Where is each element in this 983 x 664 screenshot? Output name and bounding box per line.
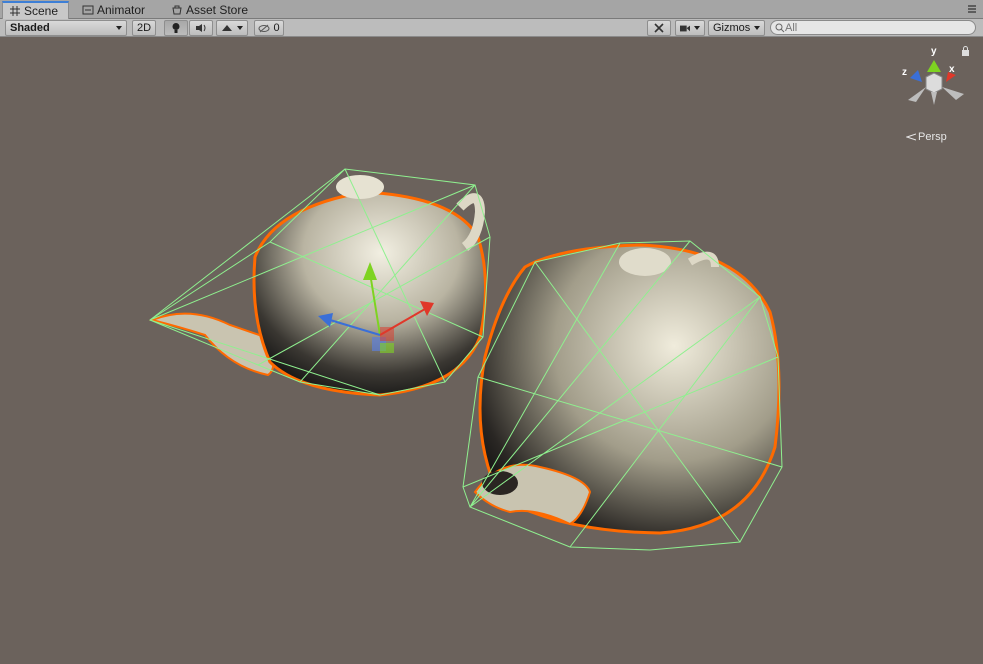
tab-scene[interactable]: Scene	[2, 1, 69, 19]
speaker-icon	[196, 24, 206, 32]
camera-dropdown[interactable]	[675, 20, 705, 36]
gizmo-label-y: y	[931, 46, 937, 57]
gizmo-label-z: z	[902, 67, 907, 78]
lighting-toggle[interactable]	[164, 20, 188, 36]
chevron-down-icon	[237, 26, 243, 30]
draw-mode-label: Shaded	[10, 22, 50, 34]
tab-asset-store[interactable]: Asset Store	[165, 1, 257, 19]
scene-canvas[interactable]	[0, 37, 983, 664]
toggle-2d-button[interactable]: 2D	[132, 20, 156, 36]
gizmo-axis-neg-x-cone[interactable]	[942, 87, 964, 100]
scene-search-field[interactable]	[770, 20, 976, 35]
effects-dropdown[interactable]	[216, 20, 248, 36]
chevron-down-icon	[694, 26, 700, 30]
lock-icon[interactable]	[961, 46, 970, 56]
teapot-right[interactable]	[462, 240, 783, 551]
tab-animator[interactable]: Animator	[76, 1, 156, 19]
tab-menu-icon[interactable]	[967, 3, 977, 15]
effects-icon	[222, 25, 232, 31]
draw-mode-dropdown[interactable]: Shaded	[5, 20, 127, 36]
eye-slash-icon	[258, 24, 270, 32]
camera-icon	[680, 25, 690, 31]
tab-animator-label: Animator	[97, 3, 146, 17]
tab-asset-store-label: Asset Store	[186, 3, 249, 17]
scene-search-input[interactable]	[785, 21, 965, 34]
hidden-objects-toggle[interactable]: 0	[254, 20, 284, 36]
gizmos-label: Gizmos	[713, 22, 751, 34]
lightbulb-icon	[172, 23, 180, 33]
toggle-2d-label: 2D	[136, 22, 152, 34]
gizmo-axis-y-cone[interactable]	[927, 60, 941, 72]
tools-button[interactable]	[647, 20, 671, 36]
editor-tab-bar: Scene Animator Asset Store	[0, 0, 983, 19]
gizmo-axis-neg-z-cone[interactable]	[908, 87, 926, 102]
gizmo-label-x: x	[949, 64, 955, 75]
scene-grid-icon	[10, 6, 20, 16]
gizmos-dropdown[interactable]: Gizmos	[708, 20, 765, 36]
scene-viewport[interactable]: y x z Persp	[0, 37, 983, 664]
scene-toolbar: Shaded 2D 0 Gizmos	[0, 19, 983, 37]
search-icon	[775, 23, 785, 32]
asset-store-icon	[172, 5, 182, 15]
gizmo-axis-neg-y-cone[interactable]	[931, 92, 937, 105]
teapot-left[interactable]	[148, 168, 491, 397]
tab-scene-label: Scene	[24, 4, 59, 18]
animator-icon	[82, 5, 94, 15]
tools-icon	[654, 23, 664, 33]
audio-toggle[interactable]	[189, 20, 213, 36]
hidden-count: 0	[273, 22, 280, 34]
chevron-down-icon	[754, 26, 761, 30]
gizmo-axis-z-cone[interactable]	[910, 70, 922, 82]
gizmo-center-cube[interactable]	[925, 72, 943, 94]
perspective-icon	[906, 133, 916, 141]
projection-label: Persp	[918, 131, 947, 143]
chevron-down-icon	[116, 26, 122, 30]
projection-toggle[interactable]: Persp	[906, 131, 947, 143]
